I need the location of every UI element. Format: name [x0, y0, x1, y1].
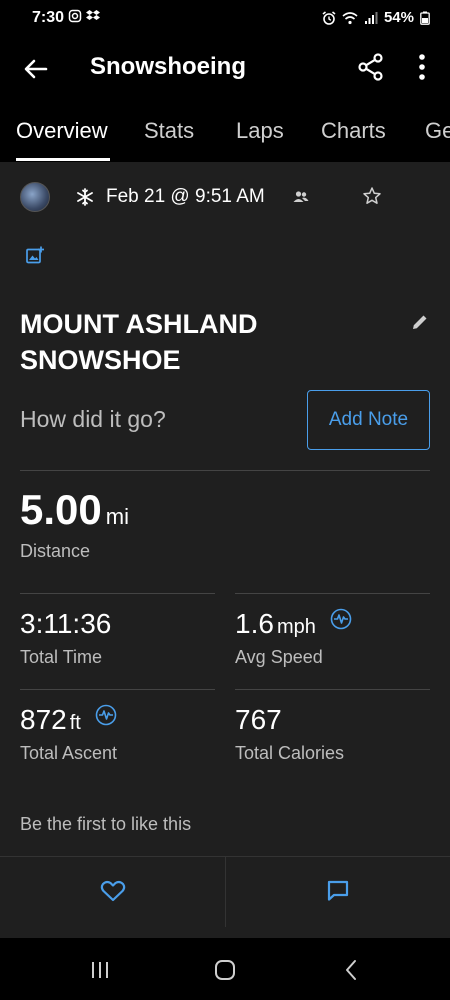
dropbox-icon [86, 10, 100, 20]
app-bar: Snowshoeing [0, 38, 450, 98]
signal-icon [364, 11, 378, 24]
status-bar: 7:30 54% [0, 0, 450, 38]
snowflake-icon [77, 188, 93, 206]
total-calories-value: 767 [235, 704, 282, 735]
activity-title: MOUNT ASHLAND SNOWSHOE [20, 309, 258, 375]
share-icon[interactable] [356, 52, 386, 82]
tab-overview[interactable]: Overview [16, 118, 108, 144]
back-nav-icon[interactable] [340, 958, 364, 982]
divider [235, 689, 430, 690]
performance-pulse-icon[interactable] [95, 704, 117, 726]
divider [235, 593, 430, 594]
people-icon[interactable] [293, 190, 309, 204]
likes-text: Be the first to like this [20, 814, 192, 834]
avg-speed-label: Avg Speed [235, 647, 323, 667]
total-time-label: Total Time [20, 647, 103, 667]
tab-bar: Overview Stats Laps Charts Ge [0, 98, 450, 162]
add-note-button[interactable]: Add Note [307, 390, 430, 450]
distance-value-row: 5.00 mi [20, 486, 129, 534]
more-vertical-icon[interactable] [410, 52, 434, 82]
battery-text: 54% [383, 9, 414, 26]
total-ascent-unit: ft [69, 712, 81, 734]
tab-gear[interactable]: Ge [425, 118, 450, 144]
status-time: 7:30 [32, 9, 65, 26]
page-title: Snowshoeing [90, 53, 246, 80]
tab-laps[interactable]: Laps [236, 118, 284, 144]
overview-content: Feb 21 @ 9:51 AM MOUNT ASHLAND SNOWSHOE … [0, 162, 450, 938]
total-calories-value-row: 767 [235, 704, 282, 736]
battery-icon [420, 11, 430, 25]
active-tab-indicator [16, 158, 110, 161]
divider [20, 593, 215, 594]
distance-unit: mi [105, 504, 129, 529]
system-nav-bar [0, 938, 450, 1000]
add-photo-icon[interactable] [26, 246, 44, 264]
divider [20, 470, 430, 471]
total-time-value-row: 3:11:36 [20, 608, 111, 640]
how-did-it-go-text: How did it go? [20, 406, 166, 432]
avg-speed-value-row: 1.6 mph [235, 608, 352, 640]
recent-apps-icon[interactable] [88, 958, 112, 982]
comment-icon[interactable] [326, 879, 350, 903]
star-icon[interactable] [362, 186, 382, 206]
edit-pencil-icon[interactable] [410, 312, 430, 332]
distance-label: Distance [20, 541, 91, 561]
instagram-icon [68, 9, 82, 23]
wifi-icon [342, 11, 358, 24]
activity-date: Feb 21 @ 9:51 AM [106, 186, 265, 207]
total-ascent-value-row: 872 ft [20, 704, 117, 736]
divider [20, 689, 215, 690]
distance-value: 5.00 [20, 486, 102, 533]
total-ascent-label: Total Ascent [20, 743, 118, 763]
divider [225, 857, 226, 927]
action-bar [0, 856, 450, 927]
total-time-value: 3:11:36 [20, 608, 112, 639]
total-ascent-value: 872 [20, 704, 67, 735]
total-calories-label: Total Calories [235, 743, 345, 763]
avg-speed-value: 1.6 [235, 608, 274, 639]
tab-stats[interactable]: Stats [144, 118, 194, 144]
status-right: 54% [322, 9, 430, 26]
performance-pulse-icon[interactable] [330, 608, 352, 630]
back-arrow-icon[interactable] [20, 53, 52, 85]
heart-icon[interactable] [100, 879, 126, 903]
home-icon[interactable] [213, 958, 237, 982]
alarm-icon [322, 10, 336, 25]
tab-charts[interactable]: Charts [321, 118, 386, 144]
avg-speed-unit: mph [276, 616, 316, 638]
status-left-icons [68, 9, 100, 23]
avatar[interactable] [20, 182, 50, 212]
